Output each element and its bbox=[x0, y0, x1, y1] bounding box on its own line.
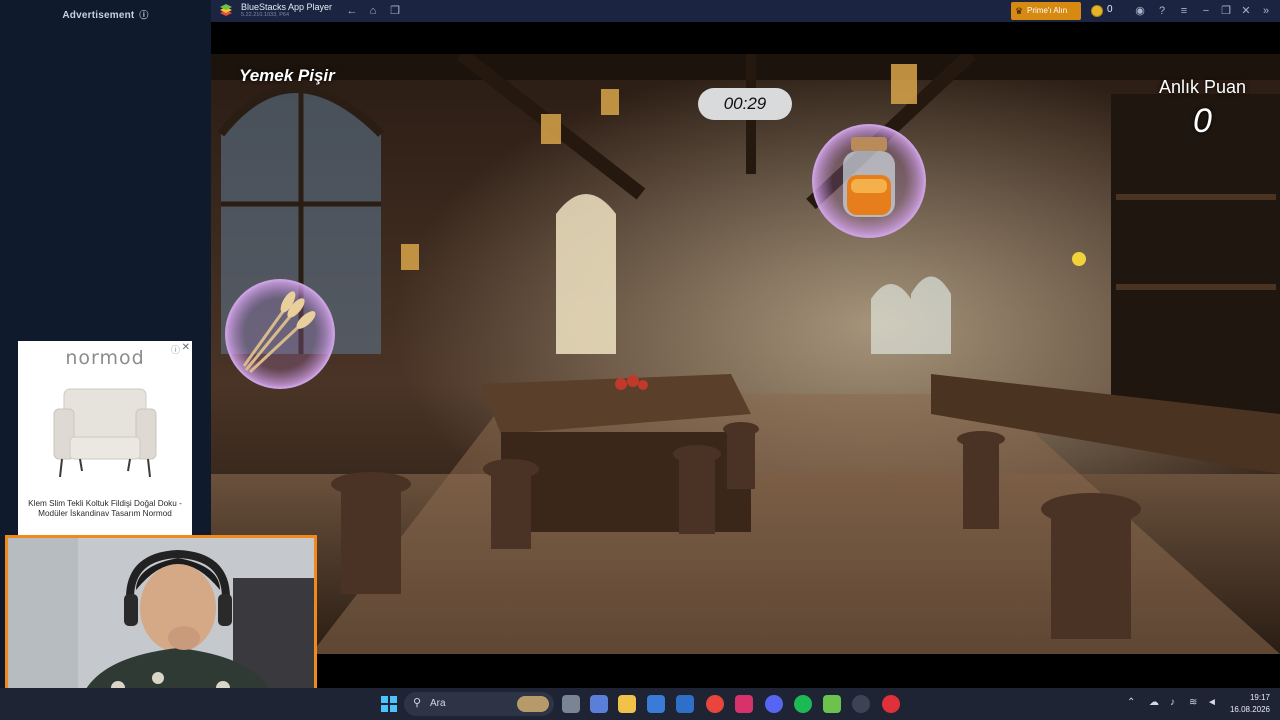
back-arrow-icon[interactable]: ← bbox=[345, 4, 359, 18]
window-title: BlueStacks App Player bbox=[241, 2, 333, 12]
honey-jar-bubble[interactable] bbox=[811, 123, 927, 239]
prime-button[interactable]: ♛ Prime'ı Alın bbox=[1011, 2, 1081, 20]
account-icon[interactable]: ◉ bbox=[1133, 4, 1147, 18]
obs-icon[interactable] bbox=[852, 695, 870, 713]
minimize-icon[interactable]: − bbox=[1199, 4, 1213, 18]
advertisement-header: Advertisement ⓘ bbox=[0, 8, 211, 21]
file-explorer-icon[interactable] bbox=[618, 695, 636, 713]
screen: Advertisement ⓘ ⓘ ✕ normod Klem Slim Tek… bbox=[0, 0, 1280, 720]
task-view-icon[interactable] bbox=[562, 695, 580, 713]
speaker-icon[interactable]: ◄ bbox=[1207, 697, 1217, 708]
cloud-icon[interactable]: ☁ bbox=[1149, 697, 1159, 708]
expand-icon[interactable]: » bbox=[1259, 4, 1273, 18]
widgets-icon[interactable] bbox=[590, 695, 608, 713]
search-icon: ⚲ bbox=[413, 697, 422, 709]
recent-apps-icon[interactable]: ❐ bbox=[388, 4, 402, 18]
ad-caption[interactable]: Klem Slim Tekli Koltuk Fildişi Doğal Dok… bbox=[22, 499, 188, 519]
clock-date[interactable]: 16.08.2026 bbox=[1222, 705, 1270, 714]
window-version: 5.22.210.1033, P64 bbox=[241, 12, 290, 18]
record-app-icon[interactable] bbox=[882, 695, 900, 713]
streamer-feed bbox=[8, 538, 314, 709]
game-timer: 00:29 bbox=[698, 88, 792, 120]
mail-icon[interactable] bbox=[676, 695, 694, 713]
windows-start-icon[interactable] bbox=[381, 696, 397, 712]
game-viewport[interactable]: Yemek Pişir 00:29 Anlık Puan 0 bbox=[211, 22, 1280, 688]
armchair-image bbox=[53, 388, 157, 478]
score-value: 0 bbox=[1193, 102, 1212, 140]
instagram-icon[interactable] bbox=[735, 695, 753, 713]
coin-icon[interactable] bbox=[1091, 5, 1103, 17]
info-icon[interactable]: ⓘ bbox=[139, 10, 148, 20]
home-icon[interactable]: ⌂ bbox=[366, 4, 380, 18]
ad-brand-logo: normod bbox=[65, 347, 145, 369]
bluestacks-logo-icon bbox=[220, 4, 232, 16]
ad-card[interactable]: ⓘ ✕ normod Klem Slim Tekli Koltuk Fildiş… bbox=[18, 341, 192, 536]
webcam-overlay bbox=[5, 535, 317, 712]
menu-icon[interactable]: ≡ bbox=[1177, 4, 1191, 18]
wheat-bubble[interactable] bbox=[224, 278, 336, 390]
spotify-icon[interactable] bbox=[794, 695, 812, 713]
search-placeholder: Ara bbox=[430, 698, 446, 709]
restore-icon[interactable]: ❐ bbox=[1219, 4, 1233, 18]
prime-label: Prime'ı Alın bbox=[1027, 6, 1068, 15]
close-icon[interactable]: ✕ bbox=[1239, 4, 1253, 18]
chrome-icon[interactable] bbox=[706, 695, 724, 713]
score-label: Anlık Puan bbox=[1159, 77, 1247, 97]
windows-taskbar: ⚲ Ara ⌃ ☁ ♪ ≋ ◄ 19:17 16.08.2026 bbox=[0, 688, 1280, 720]
discord-icon[interactable] bbox=[765, 695, 783, 713]
bluestacks-taskbar-icon[interactable] bbox=[823, 695, 841, 713]
bluestacks-titlebar: BlueStacks App Player 5.22.210.1033, P64… bbox=[211, 0, 1280, 22]
clock-time[interactable]: 19:17 bbox=[1236, 693, 1270, 702]
search-highlight-image bbox=[517, 696, 549, 712]
help-icon[interactable]: ? bbox=[1155, 4, 1169, 18]
store-icon[interactable] bbox=[647, 695, 665, 713]
advertisement-label: Advertisement bbox=[62, 10, 135, 21]
tavern-scene bbox=[211, 54, 1280, 654]
game-title: Yemek Pişir bbox=[239, 66, 335, 85]
wifi-icon[interactable]: ≋ bbox=[1189, 697, 1197, 708]
taskbar-search[interactable]: ⚲ Ara bbox=[404, 692, 554, 716]
crown-icon: ♛ bbox=[1015, 6, 1024, 16]
tray-overflow-icon[interactable]: ⌃ bbox=[1127, 697, 1135, 708]
coin-count: 0 bbox=[1107, 4, 1113, 15]
microphone-icon[interactable]: ♪ bbox=[1170, 697, 1175, 708]
